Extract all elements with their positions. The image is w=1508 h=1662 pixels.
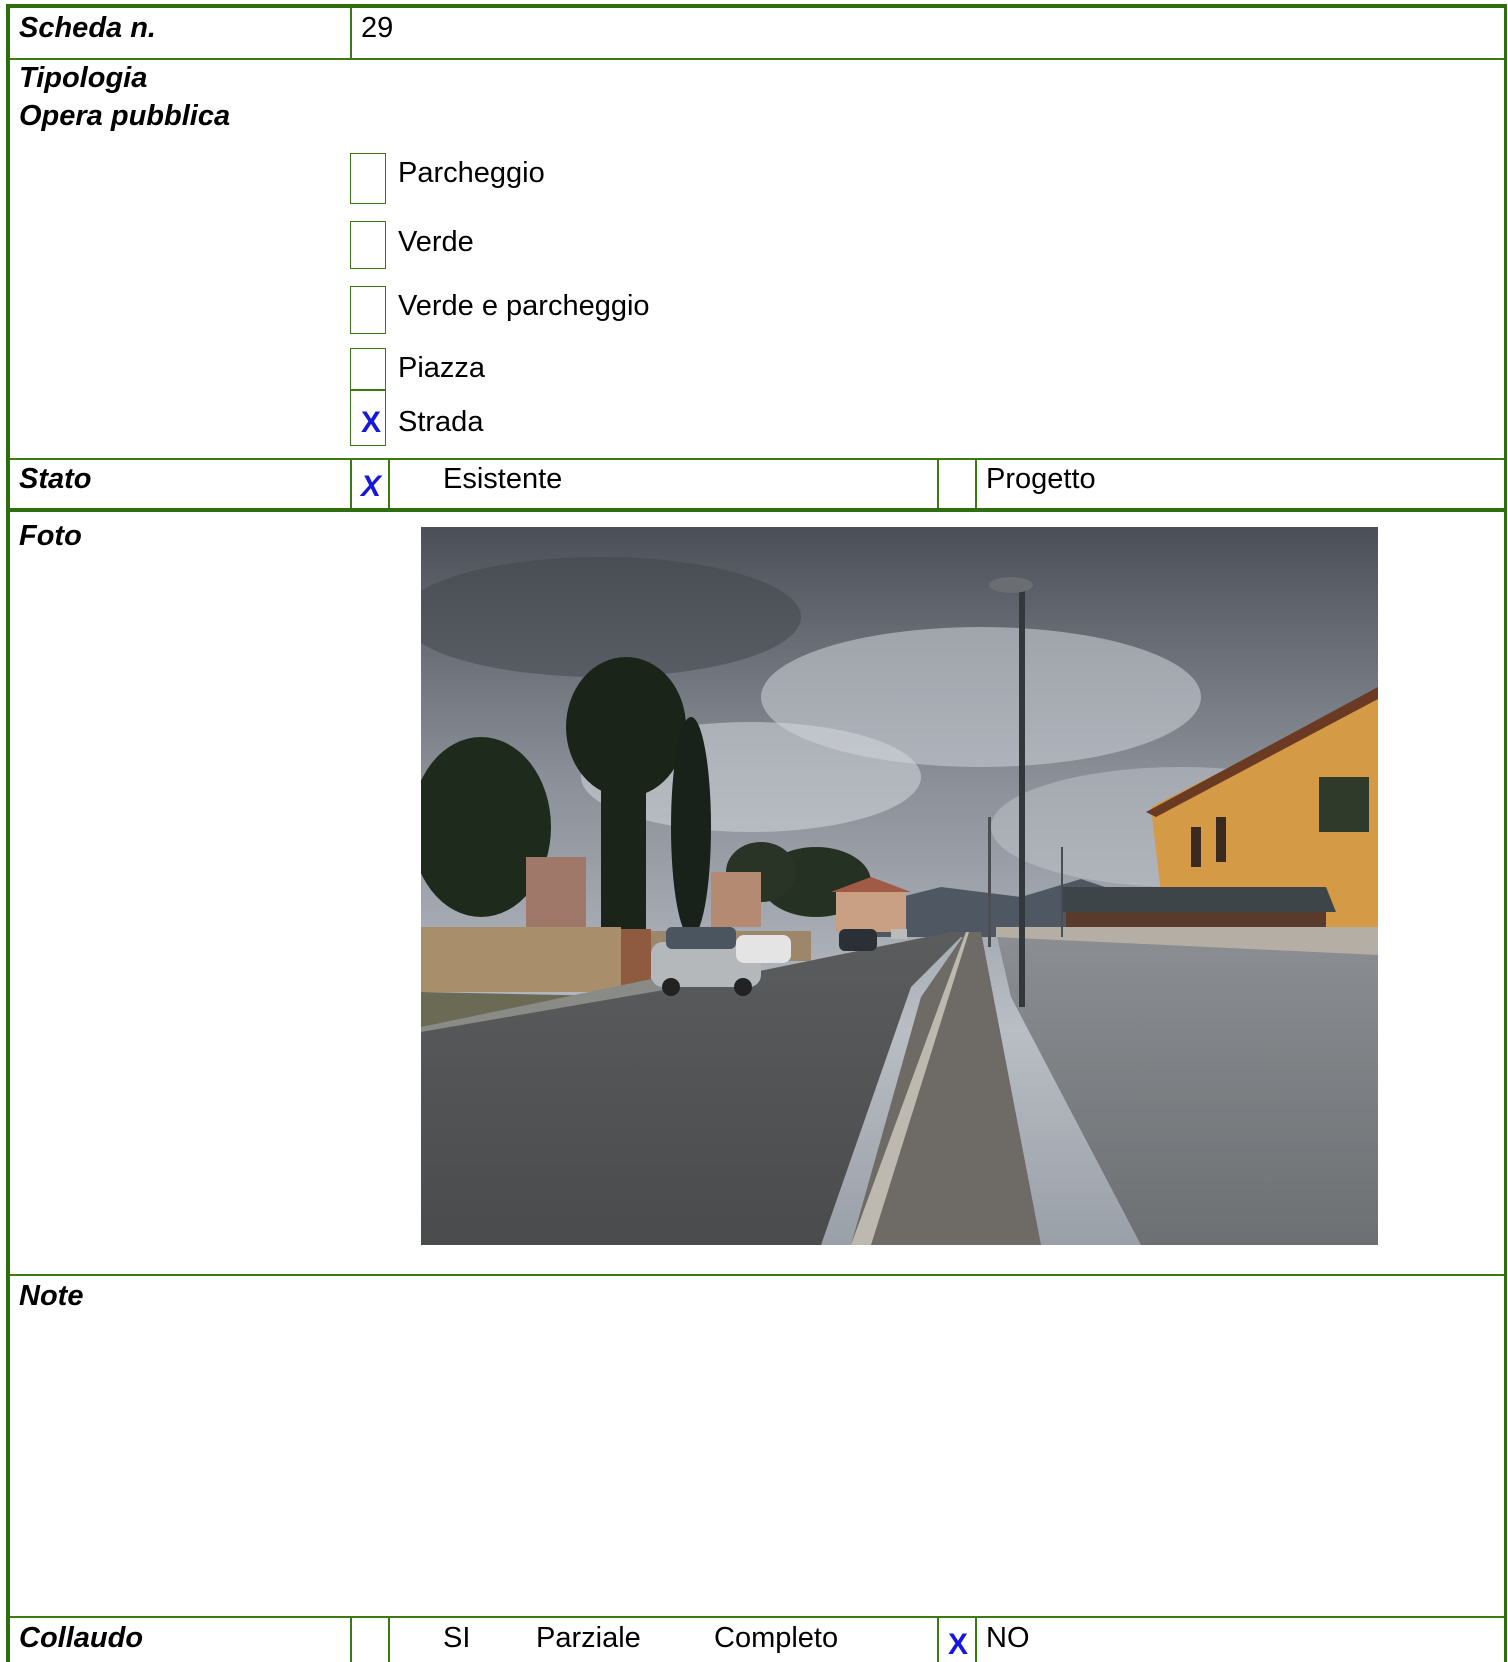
verde-e-parcheggio-label: Verde e parcheggio — [398, 290, 650, 322]
tipologia-label: Tipologia — [19, 62, 148, 94]
scheda-form: Scheda n. 29 Tipologia Opera pubblica Pa… — [0, 0, 1508, 1662]
no-label: NO — [986, 1622, 1030, 1654]
esistente-label: Esistente — [443, 463, 563, 495]
collaudo-divider-3 — [937, 1616, 939, 1662]
stato-label: Stato — [19, 463, 92, 495]
foto-label: Foto — [19, 520, 82, 552]
frame-right-border — [1504, 4, 1507, 1662]
no-check-mark[interactable]: X — [948, 1630, 968, 1660]
collaudo-divider-2 — [388, 1616, 390, 1662]
opera-pubblica-label: Opera pubblica — [19, 100, 231, 132]
si-label: SI — [443, 1622, 471, 1654]
note-label: Note — [19, 1280, 84, 1312]
row-divider-stato — [10, 508, 1504, 512]
progetto-label: Progetto — [986, 463, 1096, 495]
collaudo-label: Collaudo — [19, 1622, 144, 1654]
scheda-divider — [350, 8, 352, 58]
row-divider-scheda — [10, 58, 1504, 60]
verde-checkbox[interactable] — [350, 221, 386, 269]
strada-label: Strada — [398, 406, 484, 438]
stato-divider-3 — [937, 458, 939, 510]
scheda-number: 29 — [361, 12, 394, 44]
row-divider-note — [10, 1616, 1504, 1618]
stato-divider-4 — [975, 458, 977, 510]
row-divider-tipologia — [10, 458, 1504, 460]
esistente-check-mark[interactable]: X — [361, 472, 381, 502]
piazza-label: Piazza — [398, 352, 486, 384]
street-photo — [421, 527, 1378, 1245]
stato-divider-1 — [350, 458, 352, 510]
row-divider-foto — [10, 1274, 1504, 1276]
verde-label: Verde — [398, 226, 474, 258]
parcheggio-checkbox[interactable] — [350, 153, 386, 204]
collaudo-divider-4 — [975, 1616, 977, 1662]
parcheggio-label: Parcheggio — [398, 157, 545, 189]
stato-divider-2 — [388, 458, 390, 510]
frame-top-border — [6, 4, 1507, 8]
piazza-checkbox[interactable] — [350, 348, 386, 390]
completo-label: Completo — [714, 1622, 839, 1654]
collaudo-divider-1 — [350, 1616, 352, 1662]
frame-left-border — [6, 4, 10, 1662]
scheda-label: Scheda n. — [19, 12, 156, 44]
verde-e-parcheggio-checkbox[interactable] — [350, 286, 386, 334]
parziale-label: Parziale — [536, 1622, 641, 1654]
strada-check-mark: X — [361, 406, 382, 439]
